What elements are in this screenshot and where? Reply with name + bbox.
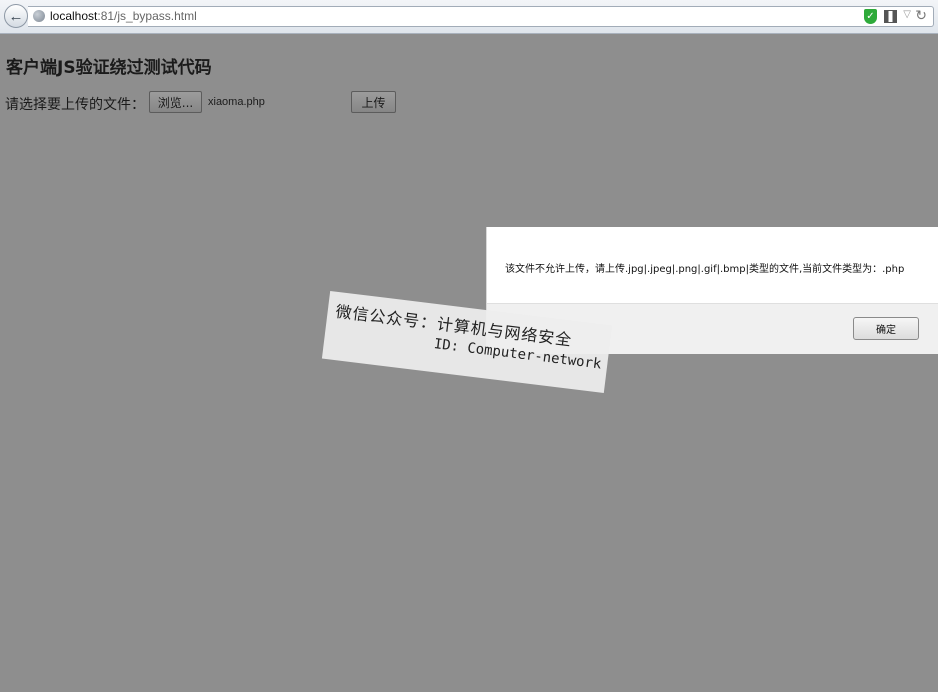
globe-icon	[33, 10, 45, 22]
upload-label: 请选择要上传的文件：	[5, 97, 145, 113]
reload-icon[interactable]: ↻	[915, 7, 927, 24]
shield-icon[interactable]: ✓	[864, 9, 877, 24]
upload-form: 请选择要上传的文件： 浏览... xiaoma.php 上传	[5, 91, 425, 115]
browser-toolbar: ← localhost:81/js_bypass.html ✓ ▽ ↻	[0, 0, 938, 34]
qr-code-icon[interactable]	[884, 10, 897, 23]
ok-button[interactable]: 确定	[853, 317, 919, 340]
page-title: 客户端JS验证绕过测试代码	[6, 58, 212, 78]
dialog-message: 该文件不允许上传，请上传.jpg|.jpeg|.png|.gif|.bmp|类型…	[505, 264, 905, 275]
back-arrow-icon[interactable]: ←	[4, 4, 28, 28]
dialog-body: 该文件不允许上传，请上传.jpg|.jpeg|.png|.gif|.bmp|类型…	[487, 227, 938, 303]
dropdown-icon[interactable]: ▽	[903, 9, 911, 20]
selected-file-name: xiaoma.php	[208, 96, 265, 108]
url-host: localhost	[50, 9, 98, 23]
url-text[interactable]: localhost:81/js_bypass.html	[50, 9, 197, 23]
url-path: :81/js_bypass.html	[97, 9, 197, 23]
url-bar[interactable]: localhost:81/js_bypass.html ✓ ▽ ↻	[28, 6, 934, 27]
upload-button[interactable]: 上传	[351, 91, 396, 113]
browse-button[interactable]: 浏览...	[149, 91, 202, 113]
